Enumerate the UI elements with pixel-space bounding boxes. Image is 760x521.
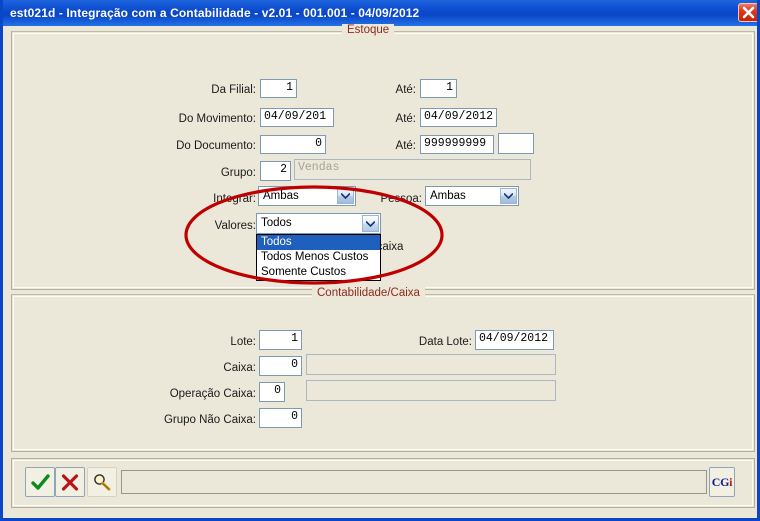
cancel-button[interactable] [55,467,85,497]
select-valores[interactable]: Todos [256,213,381,234]
label-movimento-ate: Até: [395,113,416,125]
label-filial-ate: Até: [395,84,416,96]
input-operacao-caixa[interactable]: 0 [259,382,285,402]
label-integrar: Integrar: [213,193,256,205]
check-icon [30,473,50,490]
label-pessoa: Pessoa: [380,193,422,205]
select-pessoa-value: Ambas [430,190,466,202]
label-caixa: Caixa: [223,362,256,374]
input-data-lote[interactable]: 04/09/2012 [475,330,554,350]
label-grupo: Grupo: [220,167,256,179]
input-movimento-ate[interactable]: 04/09/2012 [420,108,497,127]
confirm-button[interactable] [25,467,55,497]
status-bar-field[interactable] [121,470,707,494]
select-integrar[interactable]: Ambas [258,186,356,206]
input-operacao-caixa-descricao [306,380,556,401]
estoque-legend: Estoque [342,24,395,36]
magnifier-icon [94,474,111,491]
chevron-down-icon [500,188,517,204]
search-button[interactable] [87,467,117,497]
input-da-filial[interactable]: 1 [260,79,297,98]
input-documento-ate[interactable]: 999999999 [420,135,494,154]
chevron-down-icon [362,215,379,232]
input-lote[interactable]: 1 [259,330,302,350]
label-do-documento: Do Documento: [176,140,256,152]
label-grupo-nao-caixa: Grupo Não Caixa: [163,414,256,426]
label-data-lote: Data Lote: [418,336,472,348]
dropdown-option[interactable]: Somente Custos [257,265,380,280]
close-icon [742,6,755,19]
application-window: est021d - Integração com a Contabilidade… [0,0,760,521]
label-operacao-caixa: Operação Caixa: [169,388,256,400]
close-button[interactable] [738,3,757,22]
input-filial-ate[interactable]: 1 [420,79,457,98]
cgi-logo-button[interactable]: CGi [709,467,735,497]
label-documento-ate: Até: [395,140,416,152]
input-do-movimento[interactable]: 04/09/201 [260,108,334,127]
title-bar: est021d - Integração com a Contabilidade… [3,0,757,26]
input-grupo-nao-caixa[interactable]: 0 [259,408,302,428]
dropdown-option[interactable]: Todos Menos Custos [257,250,380,265]
input-documento-extra[interactable] [498,133,534,154]
input-do-documento[interactable]: 0 [260,135,326,154]
label-da-filial: Da Filial: [211,84,256,96]
chevron-down-icon [337,188,354,204]
input-grupo[interactable]: 2 [260,161,291,181]
contabilidade-legend: Contabilidade/Caixa [312,287,425,299]
label-do-movimento: Do Movimento: [178,113,256,125]
x-icon [61,473,79,491]
select-valores-value: Todos [261,217,292,229]
label-valores: Valores: [214,220,256,232]
input-grupo-descricao: Vendas [294,159,531,180]
select-pessoa[interactable]: Ambas [425,186,519,206]
input-caixa-descricao [306,354,556,375]
window-title: est021d - Integração com a Contabilidade… [10,6,420,20]
dropdown-option[interactable]: Todos [257,235,380,250]
select-integrar-value: Ambas [263,190,299,202]
input-caixa[interactable]: 0 [259,356,302,376]
select-valores-dropdown[interactable]: Todos Todos Menos Custos Somente Custos [256,234,381,281]
label-lote: Lote: [230,336,256,348]
cgi-logo-text: CGi [711,474,733,489]
